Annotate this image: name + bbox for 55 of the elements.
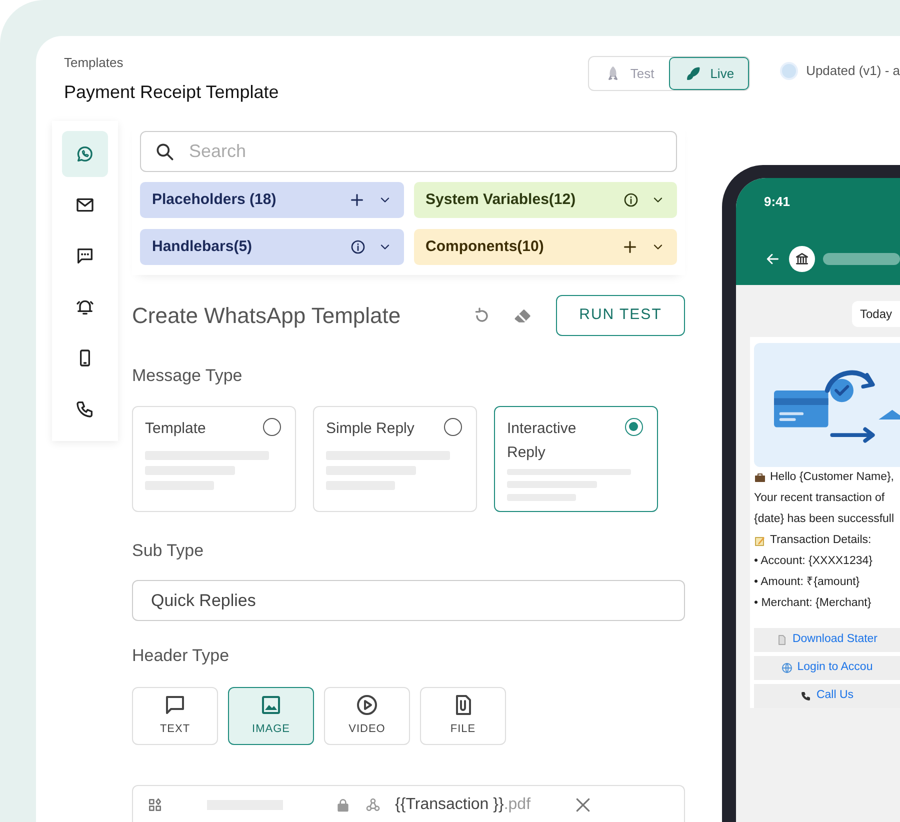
variable-group[interactable]: Components(10) xyxy=(414,229,677,265)
variable-group[interactable]: System Variables(12) xyxy=(414,182,677,218)
message-line: {date} has been successfull xyxy=(754,512,896,527)
globe-icon xyxy=(781,662,794,674)
section-label: Message Type xyxy=(132,365,244,387)
message-text: Transaction Details: xyxy=(770,533,872,548)
section-label: Sub Type xyxy=(132,540,205,562)
avatar xyxy=(780,62,798,80)
chat-icon xyxy=(75,246,95,266)
briefcase-icon xyxy=(754,472,766,484)
radio-button[interactable] xyxy=(263,418,281,436)
quick-reply-button[interactable]: Download Stater xyxy=(754,628,900,652)
play-icon xyxy=(355,693,379,718)
plus-icon[interactable] xyxy=(621,238,639,256)
info-icon[interactable] xyxy=(350,239,366,255)
message-line: • Amount: ₹{amount} xyxy=(754,575,861,590)
message-text: Hello {Customer Name}, xyxy=(770,470,894,485)
message-type-card[interactable]: Template xyxy=(132,406,296,512)
message-type-card[interactable]: Simple Reply xyxy=(313,406,477,512)
quick-reply-button[interactable]: Call Us xyxy=(754,684,900,708)
header-type-tile[interactable]: IMAGE xyxy=(228,686,314,744)
section-label: Header Type xyxy=(132,645,230,667)
page-title: Payment Receipt Template xyxy=(64,81,279,104)
variable-group[interactable]: Handlebars(5) xyxy=(140,229,404,265)
document-icon xyxy=(776,634,788,646)
file-name: {{Transaction }}.pdf xyxy=(395,795,531,815)
header-type-tile[interactable]: TEXT xyxy=(132,686,218,744)
message-type-card[interactable]: Interactive Reply xyxy=(494,406,658,512)
header-type-tile[interactable]: VIDEO xyxy=(324,686,410,744)
update-status: Updated (v1) - a xyxy=(806,62,900,80)
phone-icon xyxy=(800,690,812,702)
message-line: • Account: {XXXX1234} xyxy=(754,554,874,569)
lock-icon xyxy=(335,797,351,813)
message-line: • Merchant: {Merchant} xyxy=(754,596,872,611)
editor-title: Create WhatsApp Template xyxy=(132,302,402,330)
date-chip: Today xyxy=(852,301,900,327)
memo-icon xyxy=(754,534,766,546)
header-type-tile[interactable]: FILE xyxy=(420,686,506,744)
run-test-button[interactable]: RUN TEST xyxy=(556,295,685,336)
webhook-icon xyxy=(365,797,381,813)
info-icon[interactable] xyxy=(623,192,639,208)
status-time: 9:41 xyxy=(764,193,792,211)
phone-icon xyxy=(75,399,95,419)
message-line: Your recent transaction of xyxy=(754,491,886,506)
mode-toggle-button[interactable]: Live xyxy=(669,57,750,90)
breadcrumb-link[interactable]: Templates xyxy=(64,54,279,72)
sub-type-field[interactable]: Quick Replies xyxy=(132,580,685,621)
search-field[interactable]: Search xyxy=(140,131,677,172)
variable-group[interactable]: Placeholders (18) xyxy=(140,182,404,218)
whatsapp-icon xyxy=(75,144,95,164)
bank-avatar xyxy=(789,246,815,272)
widgets-icon[interactable] xyxy=(147,797,163,813)
quick-reply-button[interactable]: Login to Accou xyxy=(754,656,900,680)
radio-button[interactable] xyxy=(625,418,643,436)
radio-button[interactable] xyxy=(444,418,462,436)
